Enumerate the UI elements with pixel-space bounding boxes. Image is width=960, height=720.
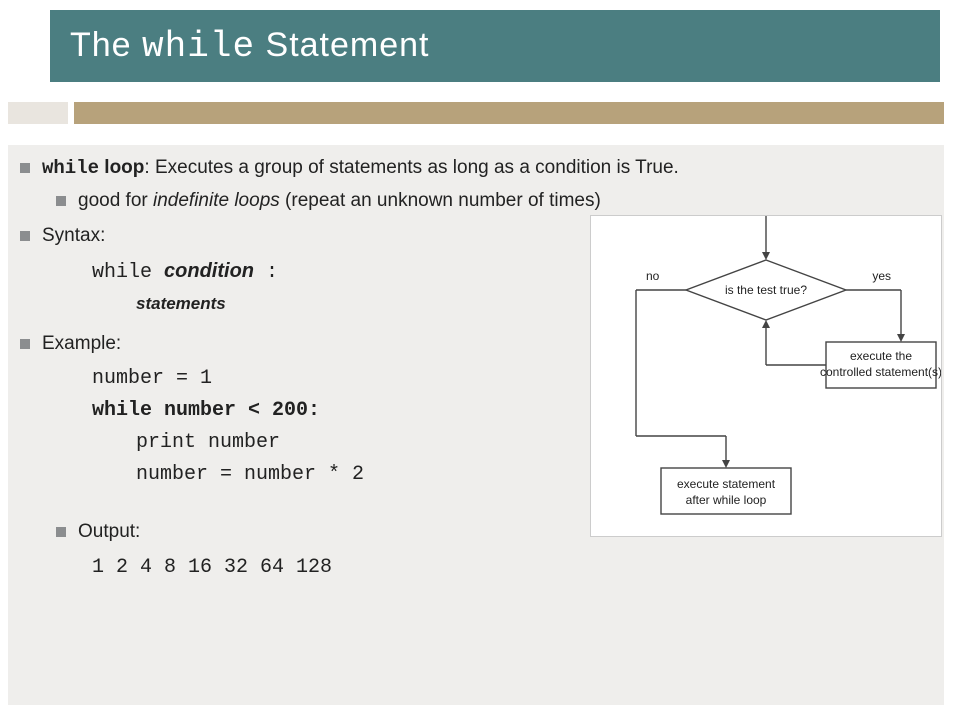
def-rest: : Executes a group of statements as long… bbox=[144, 157, 678, 178]
flowchart-after-line1: execute statement bbox=[677, 477, 776, 491]
syntax-colon: : bbox=[254, 261, 278, 284]
syntax-while: while bbox=[92, 261, 164, 284]
syntax-statements: statements bbox=[136, 294, 226, 313]
accent-left bbox=[8, 102, 68, 124]
def-sub-post: (repeat an unknown number of times) bbox=[280, 190, 601, 211]
square-bullet-icon bbox=[56, 196, 66, 206]
def-sub-italic: indefinite loops bbox=[153, 190, 280, 211]
square-bullet-icon bbox=[20, 163, 30, 173]
bullet-definition-sub: good for indefinite loops (repeat an unk… bbox=[20, 188, 930, 214]
accent-right bbox=[74, 102, 944, 124]
flowchart-diamond-text: is the test true? bbox=[725, 283, 807, 297]
def-while-code: while bbox=[42, 157, 99, 179]
title-post: Statement bbox=[255, 26, 429, 64]
slide-title-bar: The while Statement bbox=[50, 10, 940, 82]
output-value: 1 2 4 8 16 32 64 128 bbox=[20, 550, 930, 581]
flowchart-exec-line2: controlled statement(s) bbox=[820, 365, 941, 379]
example-label: Example: bbox=[42, 333, 121, 354]
title-pre: The bbox=[70, 26, 142, 64]
flowchart-after-line2: after while loop bbox=[686, 493, 767, 507]
flowchart-exec-line1: execute the bbox=[850, 349, 912, 363]
square-bullet-icon bbox=[20, 339, 30, 349]
syntax-label: Syntax: bbox=[42, 225, 105, 246]
flowchart-yes-label: yes bbox=[872, 269, 891, 283]
def-sub-pre: good for bbox=[78, 190, 153, 211]
syntax-condition: condition bbox=[164, 260, 254, 282]
flowchart-svg: is the test true? yes execute the contro… bbox=[591, 216, 941, 536]
body-panel: while loop: Executes a group of statemen… bbox=[8, 145, 944, 705]
square-bullet-icon bbox=[20, 231, 30, 241]
title-code: while bbox=[142, 26, 255, 67]
def-loop-label: loop bbox=[99, 157, 144, 178]
slide-title: The while Statement bbox=[70, 26, 430, 67]
accent-row bbox=[0, 102, 960, 124]
flowchart-no-label: no bbox=[646, 269, 660, 283]
flowchart-diagram: is the test true? yes execute the contro… bbox=[590, 215, 942, 537]
square-bullet-icon bbox=[56, 527, 66, 537]
bullet-definition: while loop: Executes a group of statemen… bbox=[20, 155, 930, 182]
output-label: Output: bbox=[78, 521, 140, 542]
